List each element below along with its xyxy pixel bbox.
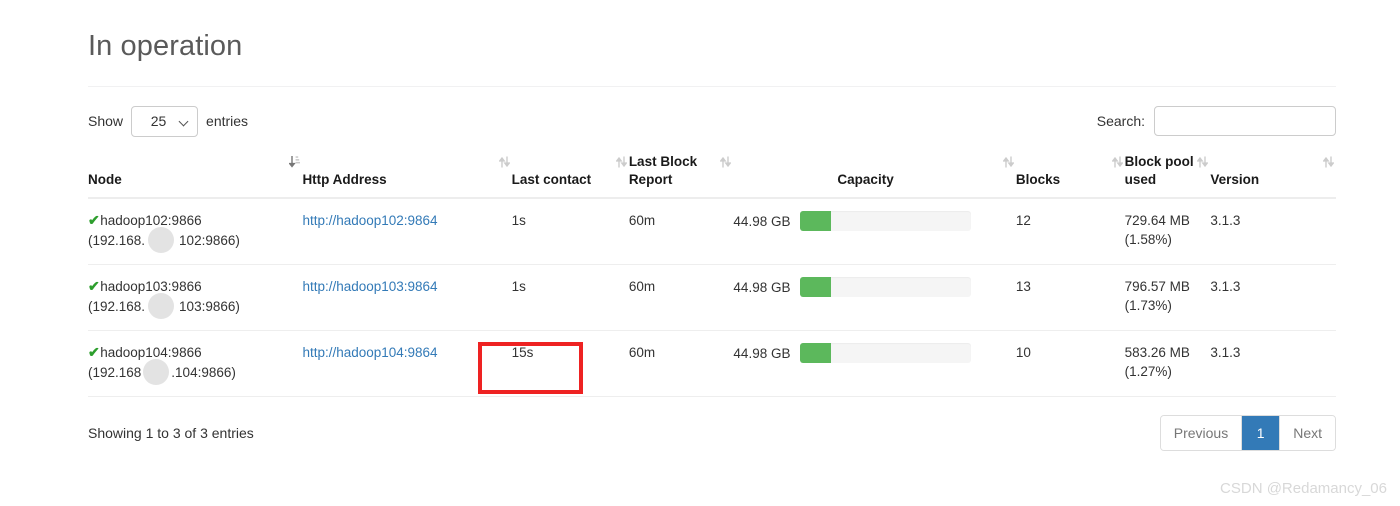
block-pool-used-pct: (1.58%) (1124, 232, 1172, 248)
node-name: hadoop102:9866 (100, 213, 202, 229)
cell-last-contact: 1s (511, 264, 629, 332)
column-header-block-pool-used[interactable]: Block pool used (1124, 153, 1211, 200)
check-icon: ✔ (88, 344, 100, 361)
column-header-blocks[interactable]: Blocks (1015, 153, 1125, 200)
pagination: Previous 1 Next (1159, 415, 1336, 452)
sort-desc-icon (289, 155, 301, 169)
sort-both-icon (720, 155, 732, 169)
sort-both-icon (1323, 155, 1334, 169)
cell-capacity: 44.98 GB (733, 198, 1016, 266)
title-divider (88, 86, 1336, 88)
cell-blocks: 13 (1015, 264, 1125, 332)
pagination-page-1-button[interactable]: 1 (1242, 416, 1281, 451)
page-title: In operation (88, 30, 243, 62)
redaction-blob (148, 227, 174, 254)
capacity-progress-bar (800, 211, 972, 232)
table-row: ✔hadoop102:9866 (192.168. 102:9866) http:… (88, 198, 1336, 266)
node-ip-prefix: (192.168. (88, 233, 146, 249)
page-container: In operation Show 25 entries Search: Nod… (88, 0, 1336, 452)
capacity-progress-fill (800, 343, 832, 364)
search-group: Search: (1096, 106, 1336, 137)
sort-both-icon (498, 155, 510, 169)
table-info: Showing 1 to 3 of 3 entries (88, 425, 254, 442)
table-row: ✔hadoop104:9866 (192.168 .104:9866) http:… (88, 330, 1336, 398)
cell-capacity: 44.98 GB (733, 330, 1016, 398)
table-body: ✔hadoop102:9866 (192.168. 102:9866) http:… (88, 198, 1336, 398)
cell-capacity: 44.98 GB (733, 264, 1016, 332)
http-address-link[interactable]: http://hadoop104:9864 (302, 345, 437, 360)
cell-version: 3.1.3 (1210, 330, 1336, 398)
cell-last-contact: 15s (511, 330, 629, 398)
table-row: ✔hadoop103:9866 (192.168. 103:9866) http:… (88, 264, 1336, 332)
http-address-link[interactable]: http://hadoop103:9864 (302, 279, 437, 294)
table-footer: Showing 1 to 3 of 3 entries Previous 1 N… (88, 415, 1336, 452)
capacity-progress-fill (800, 277, 832, 298)
http-address-link[interactable]: http://hadoop102:9864 (302, 213, 437, 228)
page-length-value: 25 (150, 113, 167, 130)
cell-last-block-report: 60m (628, 198, 734, 266)
cell-block-pool-used: 583.26 MB (1.27%) (1124, 330, 1211, 398)
cell-block-pool-used: 796.57 MB (1.73%) (1124, 264, 1211, 332)
sort-both-icon (1111, 155, 1123, 169)
capacity-progress-bar (800, 277, 972, 298)
page-length-select[interactable]: 25 (131, 105, 199, 137)
cell-node: ✔hadoop104:9866 (192.168 .104:9866) (88, 330, 303, 398)
cell-http-address: http://hadoop102:9864 (302, 198, 512, 266)
column-header-last-block-report[interactable]: Last Block Report (628, 153, 734, 200)
capacity-progress-bar (800, 343, 972, 364)
redaction-blob (143, 359, 169, 386)
column-header-capacity[interactable]: Capacity (733, 153, 1016, 200)
sort-both-icon (615, 155, 627, 169)
block-pool-used-value: 796.57 MB (1124, 279, 1190, 295)
node-ip-suffix: 103:9866) (179, 299, 240, 315)
block-pool-used-value: 583.26 MB (1124, 345, 1190, 361)
cell-blocks: 10 (1015, 330, 1125, 398)
block-pool-used-pct: (1.73%) (1124, 298, 1172, 314)
node-ip-suffix: 102:9866) (179, 233, 240, 249)
show-label: Show (88, 113, 124, 130)
cell-last-contact: 1s (511, 198, 629, 266)
column-header-version[interactable]: Version (1210, 153, 1336, 200)
pagination-previous-button[interactable]: Previous (1160, 416, 1243, 451)
column-header-last-contact[interactable]: Last contact (511, 153, 629, 200)
page-length-group: Show 25 entries (88, 105, 249, 137)
node-ip-suffix: .104:9866) (171, 365, 236, 381)
cell-last-block-report: 60m (628, 330, 734, 398)
pagination-next-button[interactable]: Next (1280, 416, 1335, 451)
node-ip-prefix: (192.168. (88, 299, 146, 315)
cell-node: ✔hadoop102:9866 (192.168. 102:9866) (88, 198, 303, 266)
check-icon: ✔ (88, 212, 100, 229)
search-input[interactable] (1154, 106, 1336, 137)
datanodes-table: Node Http Address Last contact Last Bloc… (88, 153, 1336, 398)
sort-both-icon (1002, 155, 1014, 169)
chevron-down-icon (180, 118, 188, 126)
entries-label: entries (206, 113, 249, 130)
column-header-http-address[interactable]: Http Address (302, 153, 512, 200)
check-icon: ✔ (88, 278, 100, 295)
column-header-node[interactable]: Node (88, 153, 303, 200)
capacity-value: 44.98 GB (733, 280, 791, 296)
sort-both-icon (1197, 155, 1209, 169)
table-controls: Show 25 entries Search: (88, 103, 1336, 139)
cell-last-block-report: 60m (628, 264, 734, 332)
node-ip-prefix: (192.168 (88, 365, 142, 381)
cell-version: 3.1.3 (1210, 198, 1336, 266)
capacity-progress-fill (800, 211, 832, 232)
cell-http-address: http://hadoop104:9864 (302, 330, 512, 398)
table-header-row: Node Http Address Last contact Last Bloc… (88, 153, 1336, 200)
cell-http-address: http://hadoop103:9864 (302, 264, 512, 332)
capacity-value: 44.98 GB (733, 214, 791, 230)
cell-version: 3.1.3 (1210, 264, 1336, 332)
cell-block-pool-used: 729.64 MB (1.58%) (1124, 198, 1211, 266)
block-pool-used-pct: (1.27%) (1124, 364, 1172, 380)
search-label: Search: (1096, 113, 1145, 130)
redaction-blob (148, 293, 174, 320)
cell-blocks: 12 (1015, 198, 1125, 266)
watermark: CSDN @Redamancy_06 (1220, 480, 1387, 497)
block-pool-used-value: 729.64 MB (1124, 213, 1190, 229)
node-name: hadoop104:9866 (100, 345, 202, 361)
node-name: hadoop103:9866 (100, 279, 202, 295)
cell-node: ✔hadoop103:9866 (192.168. 103:9866) (88, 264, 303, 332)
capacity-value: 44.98 GB (733, 346, 791, 362)
